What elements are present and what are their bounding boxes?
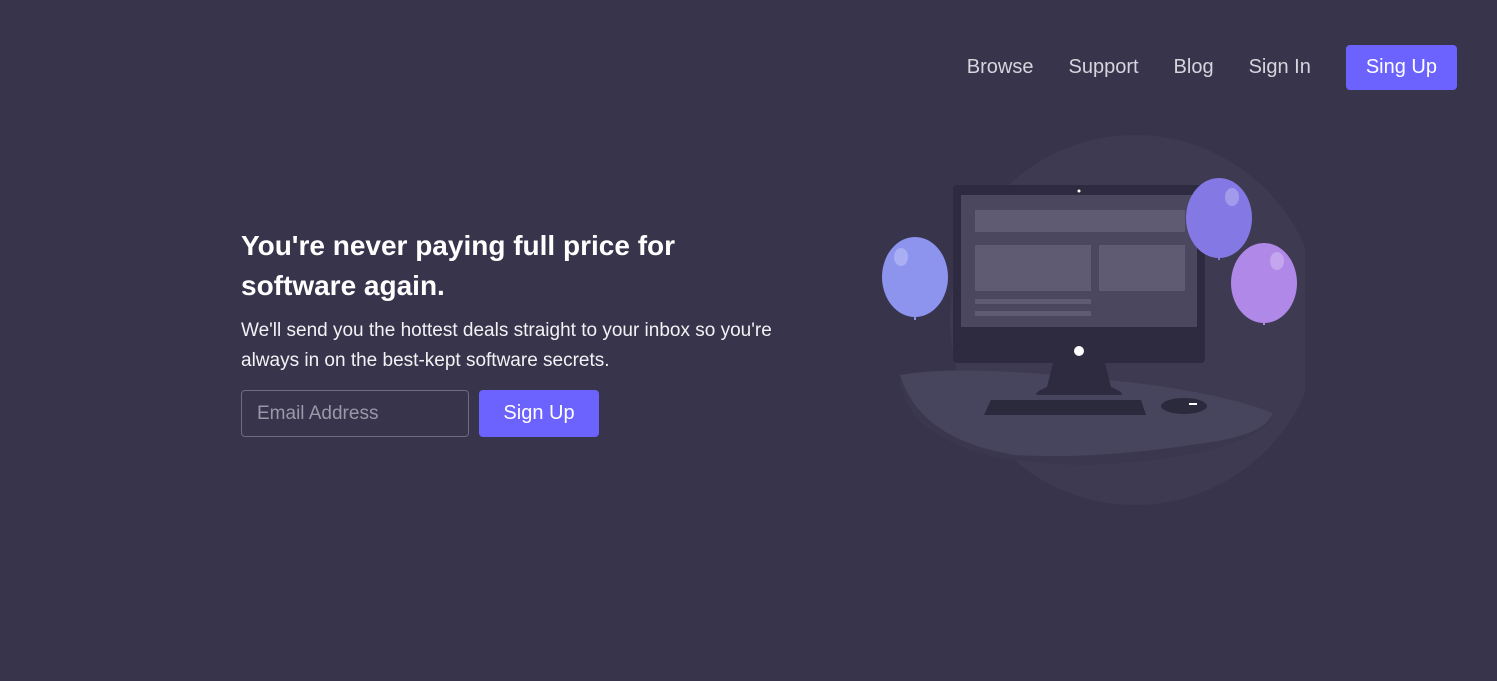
screen-right-block bbox=[1099, 245, 1185, 291]
balloon-purple-shine bbox=[1270, 252, 1284, 270]
computer-with-balloons-illustration bbox=[882, 135, 1305, 505]
keyboard bbox=[984, 400, 1146, 415]
balloon-blue bbox=[882, 237, 948, 317]
power-button bbox=[1074, 346, 1084, 356]
balloon-indigo bbox=[1186, 178, 1252, 258]
screen-left-block bbox=[975, 245, 1091, 291]
nav-link-sign-in[interactable]: Sign In bbox=[1249, 56, 1311, 79]
nav-link-support[interactable]: Support bbox=[1068, 56, 1138, 79]
hero-title: You're never paying full price for softw… bbox=[241, 230, 676, 301]
landing-page: Browse Support Blog Sign In Sing Up You'… bbox=[0, 0, 1497, 681]
email-field[interactable] bbox=[241, 390, 469, 437]
screen-line-1 bbox=[975, 299, 1091, 304]
nav-link-blog[interactable]: Blog bbox=[1174, 56, 1214, 79]
top-nav: Browse Support Blog Sign In Sing Up bbox=[967, 45, 1457, 90]
mouse bbox=[1161, 398, 1207, 414]
balloon-indigo-shine bbox=[1225, 188, 1239, 206]
hero-subtitle: We'll send you the hottest deals straigh… bbox=[241, 320, 772, 371]
sign-up-button[interactable]: Sign Up bbox=[479, 390, 599, 437]
nav-link-browse[interactable]: Browse bbox=[967, 56, 1034, 79]
mouse-highlight bbox=[1189, 403, 1197, 405]
balloon-blue-shine bbox=[894, 248, 908, 266]
balloon-purple bbox=[1231, 243, 1297, 323]
nav-sign-up-button[interactable]: Sing Up bbox=[1345, 45, 1457, 90]
screen-line-2 bbox=[975, 311, 1091, 316]
signup-form: Sign Up bbox=[241, 390, 781, 437]
webcam-dot bbox=[1077, 189, 1081, 193]
hero-section: You're never paying full price for softw… bbox=[241, 226, 781, 437]
screen-header-block bbox=[975, 210, 1185, 232]
